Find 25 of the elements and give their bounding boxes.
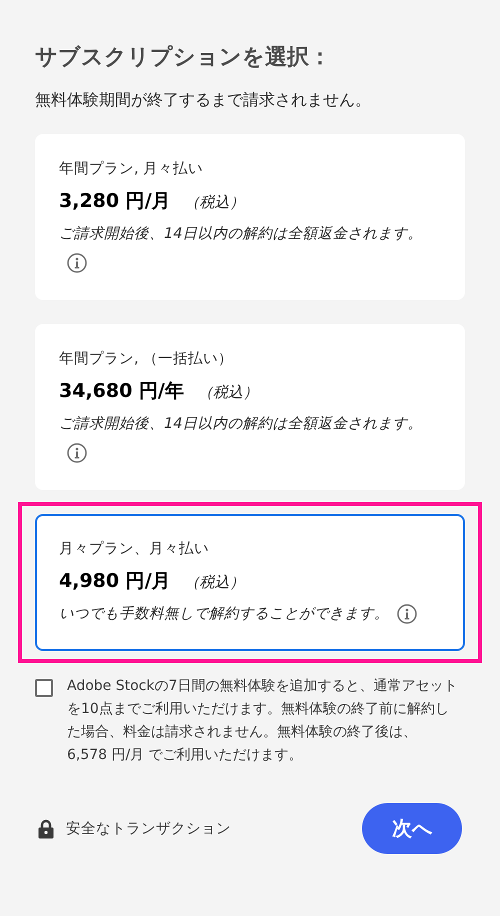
plan-name: 年間プラン, （一括払い） xyxy=(59,350,234,369)
lock-icon xyxy=(38,818,54,838)
plan-name: 月々プラン、月々払い xyxy=(59,540,209,559)
plan-price: 4,980 円/月 xyxy=(59,569,171,594)
plan-card[interactable]: 年間プラン, 月々払い 3,280 円/月 （税込） ご請求開始後、14日以内の解約は全額返金されます。 xyxy=(35,134,465,300)
plan-card[interactable]: 年間プラン, （一括払い） 34,680 円/年 （税込） ご請求開始後、14日以内の解約は全額返金されます。 xyxy=(35,324,465,490)
secure-label: 安全なトランザクション xyxy=(66,820,231,838)
refund-note: ご請求開始後、14日以内の解約は全額返金されます。 xyxy=(59,226,422,242)
tax-note: （税込） xyxy=(184,193,245,212)
addon-description: Adobe Stockの7日間の無料体験を追加すると、通常アセットを10点までご利用いただけます。無料体験の終了前に解約した場合、料金は請求されません。無料体験の終了後は、 6,578 円/月 でご利用いただけます。 xyxy=(67,677,458,765)
trial-notice: 無料体験期間が終了するまで請求されません。 xyxy=(35,89,372,111)
info-icon[interactable] xyxy=(397,604,417,624)
checkbox[interactable] xyxy=(35,679,53,697)
tax-note: （税込） xyxy=(184,573,245,592)
plan-name: 年間プラン, 月々払い xyxy=(59,160,204,179)
refund-note: いつでも手数料無しで解約することができます。 xyxy=(59,606,389,622)
info-icon[interactable] xyxy=(67,443,87,464)
tax-note: （税込） xyxy=(198,383,258,402)
info-icon[interactable] xyxy=(67,253,87,274)
page-title: サブスクリプションを選択： xyxy=(35,44,332,72)
refund-note: ご請求開始後、14日以内の解約は全額返金されます。 xyxy=(59,416,422,432)
plan-card[interactable]: 月々プラン、月々払い 4,980 円/月 （税込） いつでも手数料無しで解約することができます。 xyxy=(35,514,465,651)
next-button[interactable]: 次へ xyxy=(362,803,462,854)
plan-price: 3,280 円/月 xyxy=(59,189,171,214)
plan-price: 34,680 円/年 xyxy=(59,379,184,404)
